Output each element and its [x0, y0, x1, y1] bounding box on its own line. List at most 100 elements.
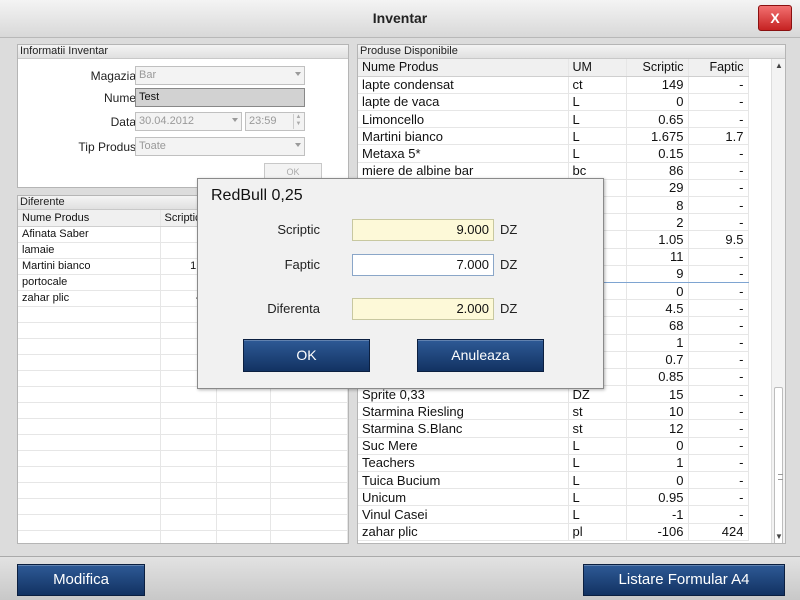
cell-um: st: [568, 419, 627, 438]
date-picker[interactable]: 30.04.2012: [135, 112, 242, 131]
cell-scriptic: 1.675: [626, 127, 689, 146]
date-value: 30.04.2012: [139, 115, 195, 127]
table-row[interactable]: lapte de vaca L 0-: [358, 93, 749, 112]
cell-scriptic: 15: [626, 385, 689, 404]
cell-faptic: -: [688, 248, 749, 266]
nume-input[interactable]: Test: [135, 88, 305, 107]
cell-name: Starmina S.Blanc: [358, 419, 569, 438]
table-row[interactable]: Metaxa 5* L 0.15-: [358, 144, 749, 163]
table-row[interactable]: Suc Mere L 0-: [358, 437, 749, 455]
cell-um: L: [568, 454, 627, 473]
cell-faptic: 9.5: [688, 230, 749, 249]
cell-name: Tuica Bucium: [358, 471, 569, 490]
table-row[interactable]: lapte condensat ct 149-: [358, 76, 749, 94]
table-row[interactable]: Starmina S.Blanc st 12-: [358, 419, 749, 438]
cell-scriptic: 1: [626, 334, 689, 352]
cell-scriptic: 149: [626, 76, 689, 94]
dialog-ok-button[interactable]: OK: [243, 339, 370, 372]
cell-scriptic: 0.15: [626, 144, 689, 163]
cell-scriptic: 2: [626, 213, 689, 232]
col-nume-produs[interactable]: Nume Produs: [358, 59, 569, 77]
table-row[interactable]: Starmina Riesling st 10-: [358, 402, 749, 421]
cell-name: Starmina Riesling: [358, 402, 569, 421]
data-label: Data: [110, 115, 136, 129]
cell-faptic: -: [688, 196, 749, 215]
cell-scriptic: 29: [626, 179, 689, 198]
col-scriptic[interactable]: Scriptic: [626, 59, 689, 77]
table-row[interactable]: Teachers L 1-: [358, 454, 749, 473]
modify-button[interactable]: Modifica: [17, 564, 145, 596]
cell-scriptic: 0: [626, 437, 689, 455]
cell-name: Martini bianco: [18, 258, 161, 275]
nume-row: Nume Test: [18, 88, 348, 108]
empty-row: [18, 530, 348, 543]
empty-row: [18, 434, 348, 451]
tip-produs-row: Tip Produs Toate: [18, 137, 348, 157]
time-input[interactable]: 23:59 ▲ ▼: [245, 112, 305, 131]
data-row: Data 30.04.2012 23:59 ▲ ▼: [18, 112, 348, 132]
table-row[interactable]: miere de albine bar bc 86-: [358, 162, 749, 180]
grip-icon: [778, 474, 783, 480]
close-button[interactable]: X: [758, 5, 792, 31]
tip-produs-value: Toate: [139, 140, 166, 152]
magazia-value: Bar: [139, 69, 157, 81]
scroll-down-icon[interactable]: ▼: [772, 532, 785, 541]
cell-name: lapte de vaca: [358, 93, 569, 112]
title-bar: Inventar X: [0, 0, 800, 38]
table-row[interactable]: Vinul Casei L -1-: [358, 505, 749, 524]
spin-up-icon[interactable]: ▲: [294, 114, 303, 121]
cell-name: Teachers: [358, 454, 569, 473]
col-faptic[interactable]: Faptic: [688, 59, 749, 77]
scroll-up-icon[interactable]: ▲: [772, 61, 785, 70]
col-um[interactable]: UM: [568, 59, 627, 77]
cell-um: L: [568, 144, 627, 163]
cell-name: Unicum: [358, 488, 569, 507]
cell-scriptic: -106: [626, 523, 689, 541]
time-spinner[interactable]: ▲ ▼: [293, 114, 303, 129]
table-row[interactable]: Unicum L 0.95-: [358, 488, 749, 507]
cell-scriptic: 4.5: [626, 299, 689, 318]
cell-um: L: [568, 127, 627, 146]
diferenta-field: 2.000: [352, 298, 494, 320]
cell-um: st: [568, 402, 627, 421]
cell-faptic: -: [688, 316, 749, 335]
cell-faptic: -: [688, 179, 749, 198]
col-nume-produs[interactable]: Nume Produs: [18, 210, 161, 227]
print-form-button[interactable]: Listare Formular A4: [583, 564, 785, 596]
cell-scriptic: 68: [626, 316, 689, 335]
table-row[interactable]: Limoncello L 0.65-: [358, 110, 749, 129]
cell-name: Vinul Casei: [358, 505, 569, 524]
scroll-thumb[interactable]: [774, 387, 783, 543]
cell-faptic: -: [688, 419, 749, 438]
cell-scriptic: 0: [626, 471, 689, 490]
table-row[interactable]: Martini bianco L 1.675 1.7: [358, 127, 749, 146]
cell-name: Suc Mere: [358, 437, 569, 455]
cell-faptic: -: [688, 488, 749, 507]
dialog-cancel-button[interactable]: Anuleaza: [417, 339, 544, 372]
cell-faptic: -: [688, 402, 749, 421]
tip-produs-select[interactable]: Toate: [135, 137, 305, 156]
table-row[interactable]: Tuica Bucium L 0-: [358, 471, 749, 490]
cell-name: lapte condensat: [358, 76, 569, 94]
produse-scrollbar[interactable]: ▲ ▼: [771, 59, 785, 543]
cell-scriptic: 1: [626, 454, 689, 473]
info-panel-header: Informatii Inventar: [18, 45, 348, 59]
cell-name: zahar plic: [18, 290, 161, 307]
empty-row: [18, 482, 348, 499]
nume-value: Test: [139, 91, 160, 103]
cell-faptic: -: [688, 437, 749, 455]
cell-um: pl: [568, 523, 627, 541]
cell-faptic: -: [688, 505, 749, 524]
cell-um: L: [568, 488, 627, 507]
cell-um: L: [568, 505, 627, 524]
table-row[interactable]: zahar plic pl -106 424: [358, 523, 749, 541]
cell-faptic: -: [688, 334, 749, 352]
cell-faptic: -: [688, 282, 749, 301]
cell-name: Afinata Saber: [18, 226, 161, 243]
cell-faptic: -: [688, 76, 749, 94]
cell-scriptic: 1.05: [626, 230, 689, 249]
magazia-select[interactable]: Bar: [135, 66, 305, 85]
spin-down-icon[interactable]: ▼: [294, 121, 303, 128]
produse-header: Produse Disponibile: [358, 45, 785, 59]
faptic-input[interactable]: 7.000: [352, 254, 494, 276]
